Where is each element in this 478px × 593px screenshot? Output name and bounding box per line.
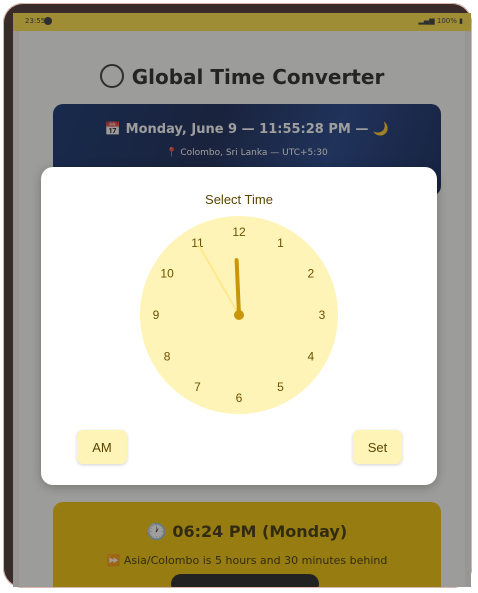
- clock-number-5[interactable]: 5: [277, 380, 284, 394]
- clock-number-10[interactable]: 10: [160, 267, 174, 281]
- taskbar: [171, 574, 319, 587]
- clock-number-8[interactable]: 8: [164, 350, 171, 364]
- clock-center-pin: [234, 310, 244, 320]
- clock-face[interactable]: 121234567891011: [139, 215, 339, 415]
- clock-number-9[interactable]: 9: [153, 308, 160, 322]
- set-button[interactable]: Set: [353, 430, 402, 464]
- clock-number-3[interactable]: 3: [319, 308, 326, 322]
- clock-number-12[interactable]: 12: [232, 225, 246, 239]
- clock-number-4[interactable]: 4: [308, 350, 315, 364]
- clock-number-6[interactable]: 6: [236, 391, 243, 405]
- am-pm-toggle-button[interactable]: AM: [77, 430, 127, 464]
- dialog-title: Select Time: [205, 192, 273, 207]
- clock-number-11[interactable]: 11: [191, 236, 204, 250]
- time-picker-dialog: Select Time 12 1 2 3 4 5 6 7 8 9 10 11 AM Set: [41, 167, 437, 485]
- clock-number-1[interactable]: 1: [277, 236, 284, 250]
- clock-number-2[interactable]: 2: [308, 267, 315, 281]
- hour-hand[interactable]: [234, 258, 241, 317]
- clock-number-7[interactable]: 7: [194, 380, 201, 394]
